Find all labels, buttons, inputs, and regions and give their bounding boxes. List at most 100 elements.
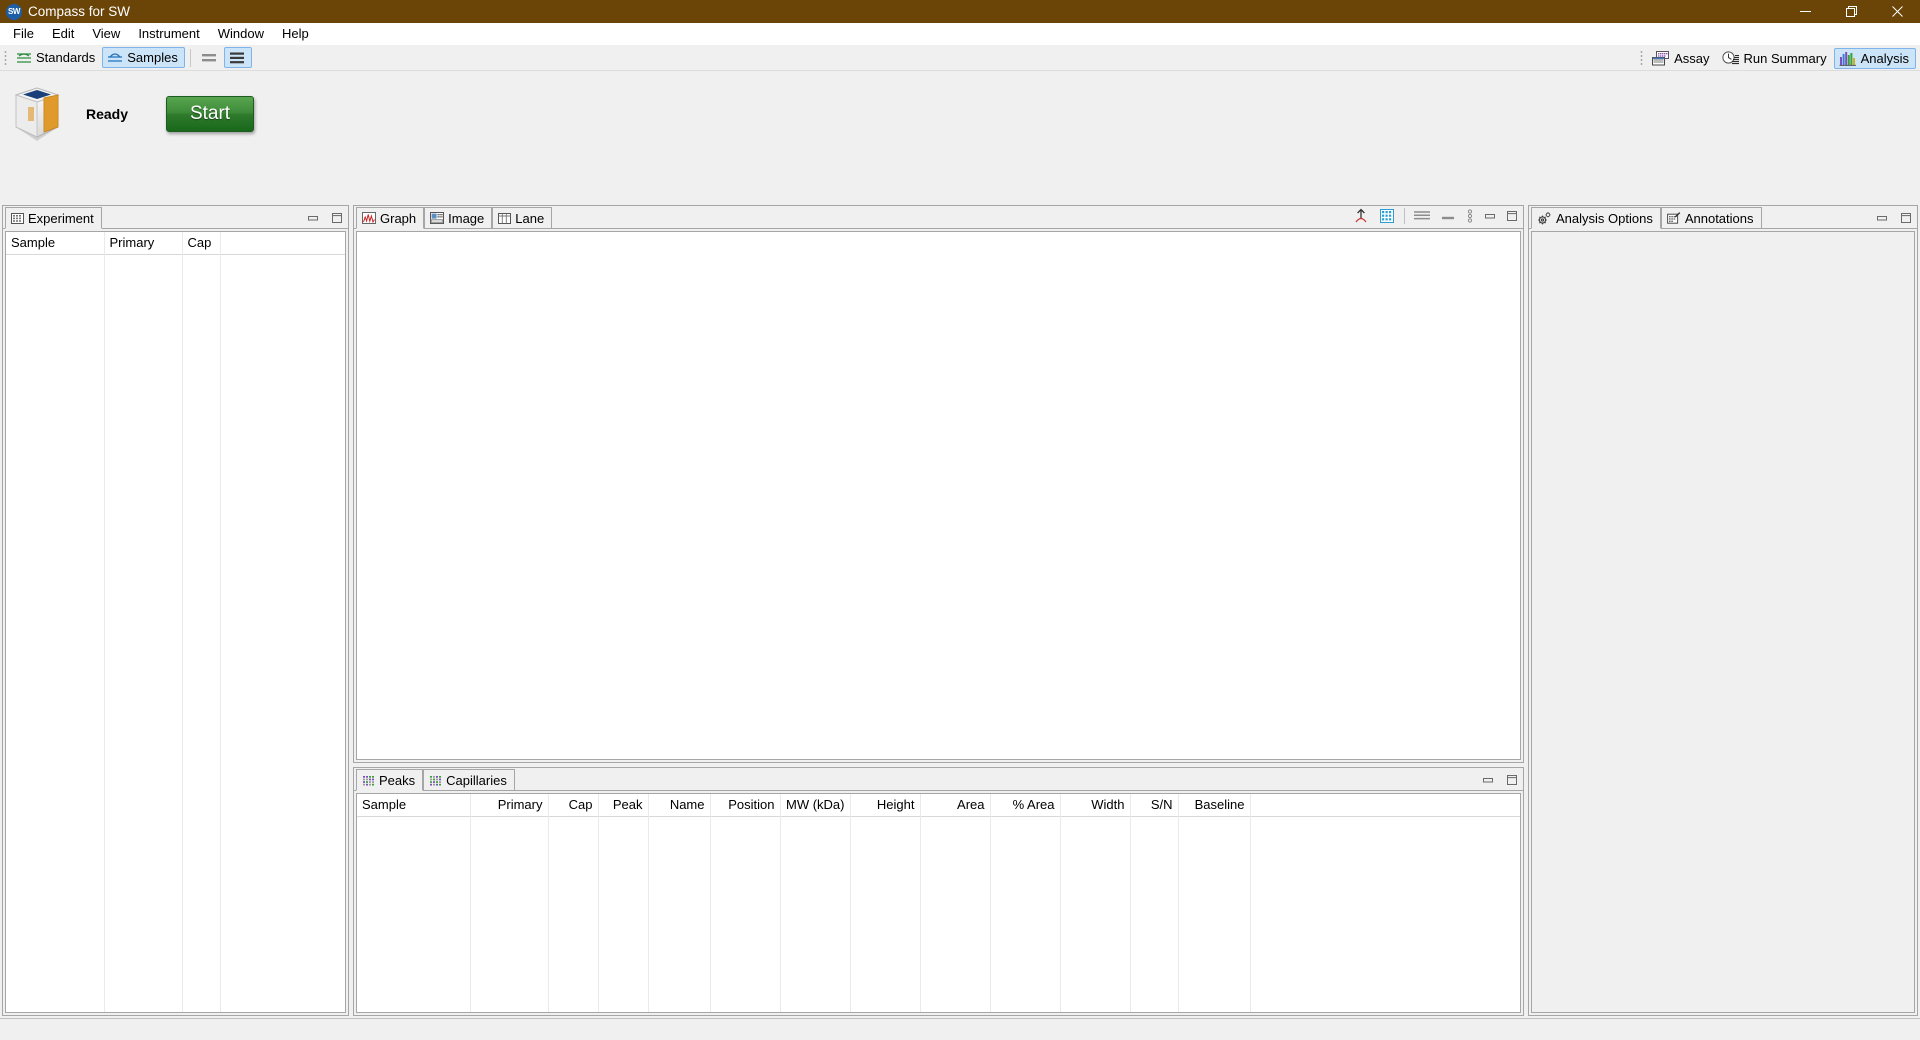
stacked-lines-icon[interactable] bbox=[1413, 208, 1431, 224]
peaks-table-container[interactable]: Sample Primary Cap Peak Name Position MW… bbox=[356, 793, 1521, 1013]
graph-tools-separator bbox=[1404, 208, 1405, 224]
peaks-column-rules bbox=[357, 794, 1520, 1012]
peaks-panel-header: Peaks Capillaries bbox=[354, 768, 1523, 791]
column-header-mw-kda[interactable]: MW (kDa) bbox=[780, 794, 851, 817]
peaks-panel: Peaks Capillaries Sample Primary Cap Pea… bbox=[353, 767, 1524, 1016]
column-header-name[interactable]: Name bbox=[648, 794, 711, 817]
menu-item-edit[interactable]: Edit bbox=[43, 23, 83, 45]
standards-icon bbox=[16, 50, 32, 66]
column-header-width[interactable]: Width bbox=[1060, 794, 1131, 817]
graph-plot-area[interactable] bbox=[356, 231, 1521, 760]
toolbar-button-samples[interactable]: Samples bbox=[102, 47, 185, 68]
column-header-position[interactable]: Position bbox=[710, 794, 781, 817]
toolbar-right-grip[interactable] bbox=[1640, 50, 1644, 66]
peaks-panel-header-buttons bbox=[1481, 773, 1519, 787]
column-header-sample[interactable]: Sample bbox=[357, 794, 471, 817]
tab-experiment[interactable]: Experiment bbox=[5, 207, 102, 229]
tab-image[interactable]: Image bbox=[424, 207, 493, 229]
toolbar-button-standards[interactable]: Standards bbox=[11, 47, 102, 68]
menu-item-window[interactable]: Window bbox=[209, 23, 273, 45]
detail-list-icon bbox=[229, 51, 245, 65]
analysis-options-panel-header-buttons bbox=[1875, 211, 1913, 225]
toolbar-button-run-summary[interactable]: Run Summary bbox=[1717, 48, 1834, 69]
toolbar-right-group: Assay Run Summary Analysis bbox=[1636, 45, 1916, 71]
more-vertical-icon[interactable] bbox=[1465, 208, 1475, 224]
single-line-icon[interactable] bbox=[1439, 208, 1457, 224]
toolbar-button-assay[interactable]: Assay bbox=[1647, 48, 1716, 69]
experiment-column-rules bbox=[6, 232, 345, 1012]
panel-minimize-icon[interactable] bbox=[1481, 773, 1495, 787]
graph-panel-header-buttons bbox=[1352, 207, 1519, 225]
panel-maximize-icon[interactable] bbox=[330, 211, 344, 225]
assay-icon bbox=[1652, 50, 1670, 66]
column-header-peak[interactable]: Peak bbox=[598, 794, 649, 817]
experiment-grid-icon bbox=[11, 212, 24, 224]
panel-maximize-icon[interactable] bbox=[1505, 773, 1519, 787]
column-header-blank[interactable] bbox=[1250, 794, 1520, 817]
tab-lane[interactable]: Lane bbox=[492, 207, 553, 229]
toolbar-button-analysis-label: Analysis bbox=[1860, 50, 1909, 66]
lane-icon bbox=[498, 212, 512, 224]
tab-analysis-options-label: Analysis Options bbox=[1556, 210, 1653, 226]
toolbar-separator bbox=[189, 48, 191, 67]
column-header-primary[interactable]: Primary bbox=[104, 232, 183, 255]
grid-overlay-icon[interactable] bbox=[1378, 207, 1396, 225]
panel-maximize-icon[interactable] bbox=[1899, 211, 1913, 225]
close-icon[interactable] bbox=[1874, 0, 1920, 23]
tab-annotations[interactable]: Annotations bbox=[1660, 207, 1762, 229]
toolbar-button-samples-label: Samples bbox=[127, 50, 178, 65]
toolbar-button-assay-label: Assay bbox=[1674, 50, 1710, 66]
experiment-panel-header-buttons bbox=[306, 211, 344, 225]
tab-image-label: Image bbox=[448, 210, 485, 226]
column-header-height[interactable]: Height bbox=[850, 794, 921, 817]
window-title: Compass for SW bbox=[28, 4, 131, 19]
panel-minimize-icon[interactable] bbox=[1875, 211, 1889, 225]
minimize-icon[interactable] bbox=[1782, 0, 1828, 23]
column-header-percent-area[interactable]: % Area bbox=[990, 794, 1061, 817]
column-header-sample[interactable]: Sample bbox=[6, 232, 105, 255]
analysis-options-panel: Analysis Options Annotations bbox=[1528, 205, 1918, 1016]
tab-peaks[interactable]: Peaks bbox=[356, 769, 424, 791]
peaks-table-header-row: Sample Primary Cap Peak Name Position MW… bbox=[357, 794, 1520, 817]
menu-item-view[interactable]: View bbox=[83, 23, 129, 45]
compact-list-icon bbox=[201, 51, 217, 65]
start-button[interactable]: Start bbox=[166, 95, 254, 132]
analysis-icon bbox=[1839, 51, 1857, 66]
toolbar-button-analysis[interactable]: Analysis bbox=[1833, 47, 1916, 69]
column-header-area[interactable]: Area bbox=[920, 794, 991, 817]
panel-minimize-icon[interactable] bbox=[1483, 209, 1497, 223]
experiment-table: Sample Primary Cap bbox=[6, 232, 345, 255]
tab-capillaries[interactable]: Capillaries bbox=[423, 769, 515, 791]
toolbar-button-run-summary-label: Run Summary bbox=[1743, 50, 1827, 66]
instrument-icon bbox=[10, 85, 64, 143]
run-summary-icon bbox=[1721, 50, 1740, 66]
tab-analysis-options[interactable]: Analysis Options bbox=[1531, 207, 1661, 229]
experiment-table-header-row: Sample Primary Cap bbox=[6, 232, 345, 255]
column-header-baseline[interactable]: Baseline bbox=[1178, 794, 1251, 817]
toolbar-button-detail-list[interactable] bbox=[223, 47, 252, 68]
tab-peaks-label: Peaks bbox=[379, 772, 416, 788]
graph-panel: Graph Image Lane bbox=[353, 205, 1524, 763]
tab-annotations-label: Annotations bbox=[1684, 210, 1754, 226]
normalize-icon[interactable] bbox=[1352, 207, 1370, 225]
analysis-options-content[interactable] bbox=[1531, 231, 1915, 1013]
column-header-primary[interactable]: Primary bbox=[470, 794, 549, 817]
restore-icon[interactable] bbox=[1828, 0, 1874, 23]
menu-item-instrument[interactable]: Instrument bbox=[129, 23, 208, 45]
panel-maximize-icon[interactable] bbox=[1505, 209, 1519, 223]
menu-item-help[interactable]: Help bbox=[273, 23, 318, 45]
experiment-table-container[interactable]: Sample Primary Cap bbox=[5, 231, 346, 1013]
column-header-signal-to-noise[interactable]: S/N bbox=[1130, 794, 1179, 817]
column-header-cap[interactable]: Cap bbox=[182, 232, 221, 255]
column-header-blank[interactable] bbox=[220, 232, 345, 255]
instrument-status-strip: Ready Start bbox=[0, 71, 1920, 156]
menu-item-file[interactable]: File bbox=[4, 23, 43, 45]
workspace: Experiment Sample Primary Cap Graph Imag… bbox=[0, 203, 1920, 1018]
toolbar-button-compact-list[interactable] bbox=[196, 47, 224, 68]
sw-logo-icon: SW bbox=[6, 3, 22, 20]
panel-minimize-icon[interactable] bbox=[306, 211, 320, 225]
column-header-cap[interactable]: Cap bbox=[548, 794, 599, 817]
toolbar-grip[interactable] bbox=[4, 49, 7, 66]
peaks-grid-icon bbox=[362, 775, 375, 786]
tab-graph[interactable]: Graph bbox=[356, 207, 425, 229]
